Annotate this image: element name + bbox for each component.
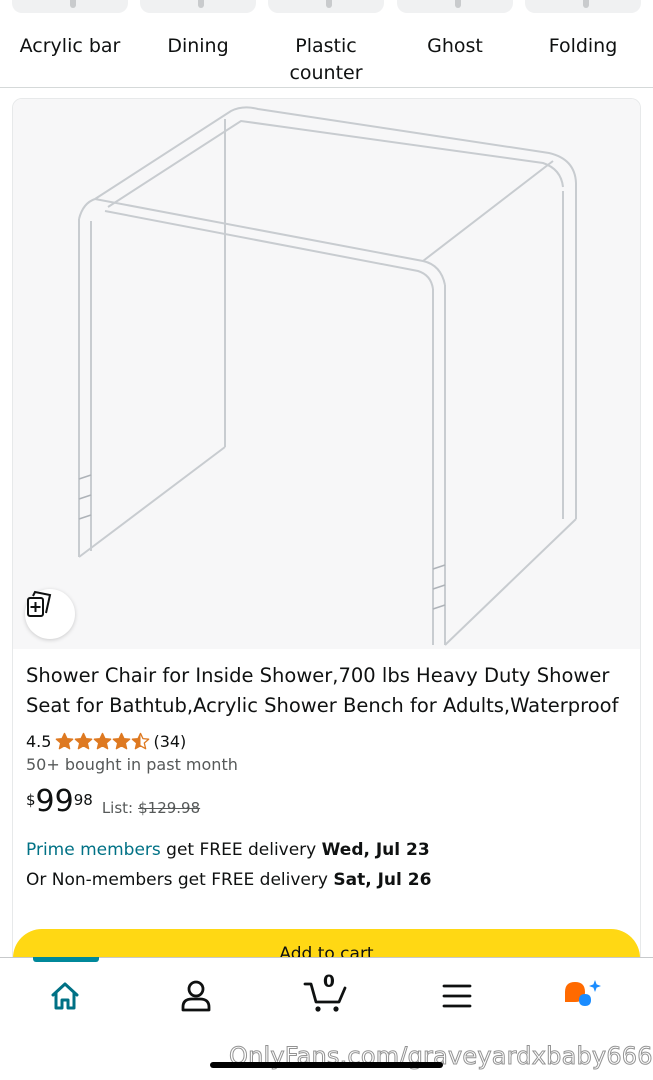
star-icon [132,732,150,749]
nonmember-delivery: Or Non-members get FREE delivery Sat, Ju… [26,867,431,893]
prime-delivery: Prime members get FREE delivery Wed, Jul… [26,837,430,863]
price-symbol: $ [26,791,36,809]
product-image[interactable] [13,99,640,649]
category-acrylic-bar[interactable]: Acrylic bar [12,0,128,60]
rating-count: (34) [153,731,187,751]
category-thumbnail [12,0,128,13]
category-label: Plastic counter [289,35,363,84]
star-icon [75,732,93,749]
product-card[interactable]: Shower Chair for Inside Shower,700 lbs H… [12,98,641,998]
price-whole: 99 [35,784,74,819]
price: $ 99 98 List: $129.98 [26,785,200,819]
nav-account[interactable] [166,976,226,1016]
prime-delivery-text: get FREE delivery [160,840,322,860]
category-folding[interactable]: Folding [525,0,641,60]
nav-cart[interactable]: 0 [296,972,356,1016]
category-thumbnail [397,0,513,13]
ai-assistant-icon [565,980,601,1006]
nonmember-delivery-date: Sat, Jul 26 [333,870,432,890]
view-similar-button[interactable] [25,589,75,639]
rating-value: 4.5 [26,731,52,751]
category-plastic-counter[interactable]: Plastic counter [268,0,384,87]
category-thumbnail [140,0,256,13]
nav-menu[interactable] [427,976,487,1016]
menu-icon [442,984,472,1008]
prime-members-link[interactable]: Prime members [26,840,161,860]
nonmember-delivery-text: Or Non-members get FREE delivery [26,870,334,890]
category-label: Folding [548,35,618,57]
prime-delivery-date: Wed, Jul 23 [321,840,430,860]
category-thumbnail [525,0,641,13]
category-thumbnail [268,0,384,13]
bought-count: 50+ bought in past month [26,755,238,774]
star-rating [55,732,150,751]
star-icon [56,732,74,749]
cart-count: 0 [323,972,335,992]
star-icon [94,732,112,749]
category-ghost[interactable]: Ghost [397,0,513,60]
active-tab-indicator [33,957,99,962]
rating-row[interactable]: 4.5 (34) [26,729,186,753]
category-label: Ghost [427,35,483,57]
home-icon [51,982,79,1010]
acrylic-bench-image [78,106,577,646]
bottom-nav: 0 OnlyFans.com/graveyardxbaby666 [0,957,653,1080]
list-price: $129.98 [138,799,201,817]
category-dining[interactable]: Dining [140,0,256,60]
view-similar-icon [27,590,52,617]
star-icon [113,732,131,749]
nav-rufus[interactable] [554,976,614,1016]
price-fraction: 98 [73,791,93,809]
category-strip: Acrylic bar Dining Plastic counter Ghost… [0,0,653,88]
nav-home[interactable] [35,976,95,1016]
category-label: Dining [167,35,229,57]
category-label: Acrylic bar [19,35,121,57]
product-title[interactable]: Shower Chair for Inside Shower,700 lbs H… [26,661,626,721]
home-indicator [210,1062,443,1068]
account-icon [181,980,211,1012]
list-price-label: List: [101,799,134,817]
